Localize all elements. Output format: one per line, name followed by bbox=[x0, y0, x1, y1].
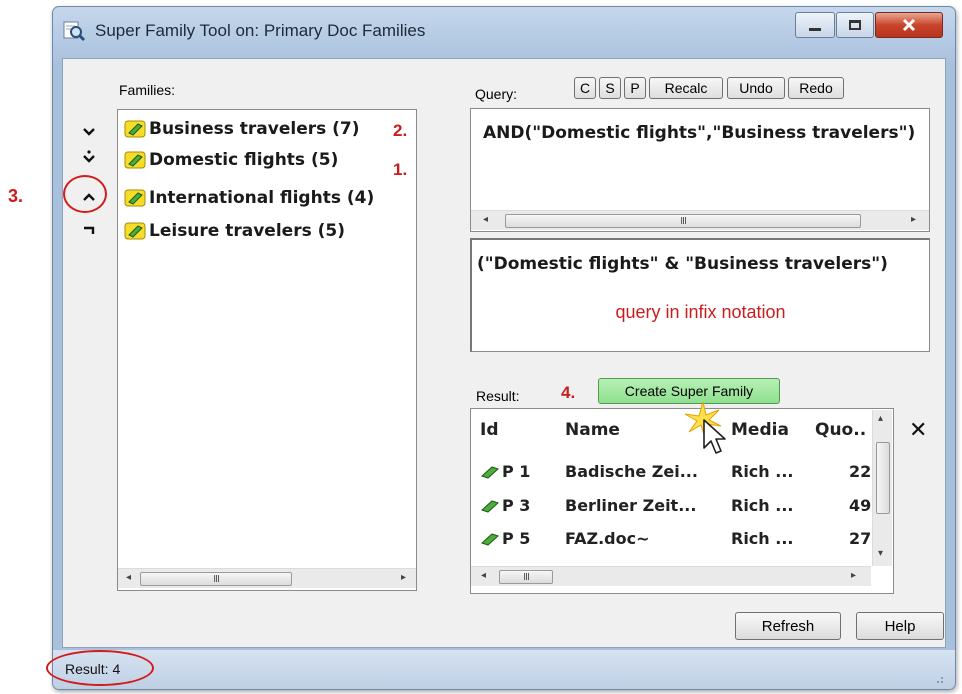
move-to-bottom-button[interactable] bbox=[78, 147, 100, 167]
recalc-button[interactable]: Recalc bbox=[649, 77, 723, 99]
families-hscrollbar[interactable]: ◂ III ▸ bbox=[118, 568, 416, 588]
cell-quotations: 22 bbox=[849, 462, 872, 481]
scroll-right-icon[interactable]: ▸ bbox=[401, 572, 406, 583]
chevron-down-icon bbox=[83, 128, 95, 136]
document-icon bbox=[481, 500, 499, 513]
scroll-right-icon[interactable]: ▸ bbox=[851, 570, 856, 581]
cell-media: Rich ... bbox=[731, 529, 794, 548]
family-item[interactable]: Domestic flights (5) bbox=[124, 148, 338, 172]
scroll-right-icon[interactable]: ▸ bbox=[911, 214, 916, 225]
scroll-down-icon[interactable]: ▾ bbox=[878, 548, 883, 559]
families-label: Families: bbox=[119, 82, 176, 98]
infix-note: query in infix notation bbox=[615, 302, 786, 322]
scroll-thumb[interactable]: III bbox=[505, 214, 861, 228]
family-icon bbox=[124, 151, 146, 169]
minimize-icon bbox=[809, 27, 821, 31]
family-icon bbox=[124, 120, 146, 138]
not-button[interactable] bbox=[78, 220, 100, 240]
scroll-left-icon[interactable]: ◂ bbox=[483, 214, 488, 225]
query-text: AND("Domestic flights","Business travele… bbox=[483, 123, 916, 143]
cell-media: Rich ... bbox=[731, 496, 794, 515]
family-item[interactable]: International flights (4) bbox=[124, 186, 374, 210]
redo-button[interactable]: Redo bbox=[788, 77, 844, 99]
document-icon bbox=[481, 466, 499, 479]
query-label: Query: bbox=[475, 86, 518, 102]
cell-media: Rich ... bbox=[731, 462, 794, 481]
move-down-button[interactable] bbox=[78, 122, 100, 142]
mouse-cursor-icon bbox=[703, 419, 726, 454]
query-s-button[interactable]: S bbox=[599, 77, 621, 99]
result-vscrollbar[interactable]: ▴ ▾ bbox=[872, 410, 892, 566]
family-icon bbox=[124, 189, 146, 207]
refresh-button[interactable]: Refresh bbox=[735, 612, 841, 640]
minimize-button[interactable] bbox=[795, 12, 835, 38]
cell-id: P 3 bbox=[502, 496, 531, 515]
result-hscrollbar[interactable]: ◂ III ▸ bbox=[471, 566, 871, 586]
families-list[interactable] bbox=[117, 109, 417, 591]
infix-textbox: ("Domestic flights" & "Business traveler… bbox=[470, 238, 930, 352]
magnifier-app-icon bbox=[63, 21, 86, 42]
cell-quotations: 49 bbox=[849, 496, 872, 515]
cell-name: Berliner Zeit... bbox=[565, 496, 697, 515]
scroll-thumb[interactable] bbox=[876, 442, 890, 514]
column-header-media[interactable]: Media bbox=[731, 420, 789, 440]
column-header-id[interactable]: Id bbox=[480, 420, 499, 440]
scroll-up-icon[interactable]: ▴ bbox=[878, 413, 883, 424]
cell-id: P 5 bbox=[502, 529, 531, 548]
undo-button[interactable]: Undo bbox=[727, 77, 785, 99]
query-hscrollbar[interactable]: ◂ III ▸ bbox=[471, 210, 929, 230]
close-icon bbox=[902, 18, 916, 32]
scroll-left-icon[interactable]: ◂ bbox=[481, 570, 486, 581]
status-bar bbox=[53, 650, 955, 689]
family-item[interactable]: Leisure travelers (5) bbox=[124, 219, 345, 243]
family-icon bbox=[124, 222, 146, 240]
annotation-step-4: 4. bbox=[561, 383, 576, 402]
maximize-icon bbox=[849, 20, 861, 30]
cell-quotations: 27 bbox=[849, 529, 872, 548]
family-label: Domestic flights (5) bbox=[149, 150, 339, 170]
column-header-name[interactable]: Name bbox=[565, 420, 620, 440]
query-c-button[interactable]: C bbox=[574, 77, 596, 99]
help-button[interactable]: Help bbox=[856, 612, 944, 640]
close-result-icon[interactable]: ✕ bbox=[909, 418, 927, 443]
highlight-circle-status bbox=[46, 650, 154, 686]
family-label: Business travelers (7) bbox=[149, 119, 360, 139]
family-label: International flights (4) bbox=[149, 188, 375, 208]
query-p-button[interactable]: P bbox=[624, 77, 646, 99]
cell-name: Badische Zei... bbox=[565, 462, 698, 481]
scroll-thumb[interactable]: III bbox=[499, 570, 553, 584]
not-sign-icon bbox=[84, 226, 95, 234]
scroll-thumb[interactable]: III bbox=[140, 572, 292, 586]
annotation-step-3: 3. bbox=[8, 186, 24, 206]
family-label: Leisure travelers (5) bbox=[149, 221, 345, 241]
infix-text: ("Domestic flights" & "Business traveler… bbox=[477, 254, 888, 274]
maximize-button[interactable] bbox=[836, 12, 874, 38]
cell-name: FAZ.doc~ bbox=[565, 529, 650, 548]
column-header-quotations[interactable]: Quo.. bbox=[815, 420, 866, 440]
annotation-step-2: 2. bbox=[393, 121, 408, 140]
window-title: Super Family Tool on: Primary Doc Famili… bbox=[95, 21, 426, 40]
dot-chevron-down-icon bbox=[83, 150, 95, 163]
highlight-circle-up-button bbox=[63, 175, 107, 213]
family-item[interactable]: Business travelers (7) bbox=[124, 117, 360, 141]
resize-grip-icon[interactable] bbox=[932, 672, 944, 684]
annotation-step-1: 1. bbox=[393, 160, 408, 179]
document-icon bbox=[481, 533, 499, 546]
scroll-left-icon[interactable]: ◂ bbox=[126, 572, 131, 583]
close-button[interactable] bbox=[875, 12, 943, 38]
cell-id: P 1 bbox=[502, 462, 531, 481]
result-label: Result: bbox=[476, 388, 520, 404]
